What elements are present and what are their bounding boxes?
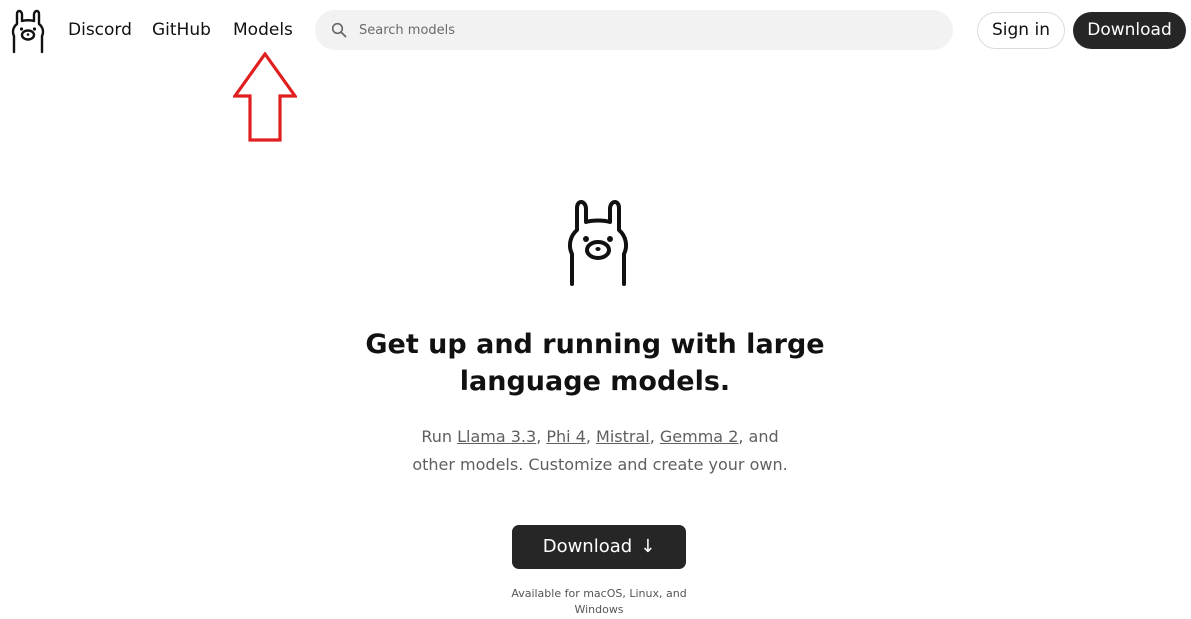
hero-headline: Get up and running with large language m… xyxy=(345,326,845,400)
availability-line-2: Windows xyxy=(574,603,624,616)
subtitle-separator: , xyxy=(536,427,547,446)
search-icon xyxy=(331,22,347,38)
nav-link-models[interactable]: Models xyxy=(233,19,293,41)
download-button-label: Download xyxy=(542,536,633,557)
subtitle-suffix: , and xyxy=(738,427,779,446)
ollama-llama-icon[interactable] xyxy=(10,8,46,54)
search-bar[interactable] xyxy=(315,10,953,50)
subtitle-line-2: other models. Customize and create your … xyxy=(412,455,788,474)
headline-line-1: Get up and running with large xyxy=(365,329,825,360)
sign-in-button[interactable]: Sign in xyxy=(977,12,1065,49)
nav-link-discord[interactable]: Discord xyxy=(68,19,132,41)
subtitle-prefix: Run xyxy=(421,427,458,446)
platform-availability: Available for macOS, Linux, and Windows xyxy=(499,586,699,618)
up-arrow-icon xyxy=(233,52,297,142)
top-navigation: Discord GitHub Models Sign in Download xyxy=(0,0,1191,62)
subtitle-separator: , xyxy=(649,427,660,446)
nav-link-github[interactable]: GitHub xyxy=(152,19,211,41)
hero-download-button[interactable]: Download ↓ xyxy=(512,525,686,569)
model-link-phi[interactable]: Phi 4 xyxy=(546,427,586,446)
model-link-mistral[interactable]: Mistral xyxy=(596,427,650,446)
subtitle-separator: , xyxy=(585,427,597,446)
headline-line-2: language models. xyxy=(459,366,731,397)
availability-line-1: Available for macOS, Linux, and xyxy=(511,587,687,600)
model-link-gemma[interactable]: Gemma 2 xyxy=(660,427,738,446)
hero-subtitle: Run Llama 3.3, Phi 4, Mistral, Gemma 2, … xyxy=(380,423,820,479)
ollama-llama-icon xyxy=(567,200,629,286)
down-arrow-icon: ↓ xyxy=(640,536,656,557)
search-input[interactable] xyxy=(359,10,939,50)
header-download-button[interactable]: Download xyxy=(1073,12,1186,49)
model-link-llama[interactable]: Llama 3.3 xyxy=(457,427,536,446)
